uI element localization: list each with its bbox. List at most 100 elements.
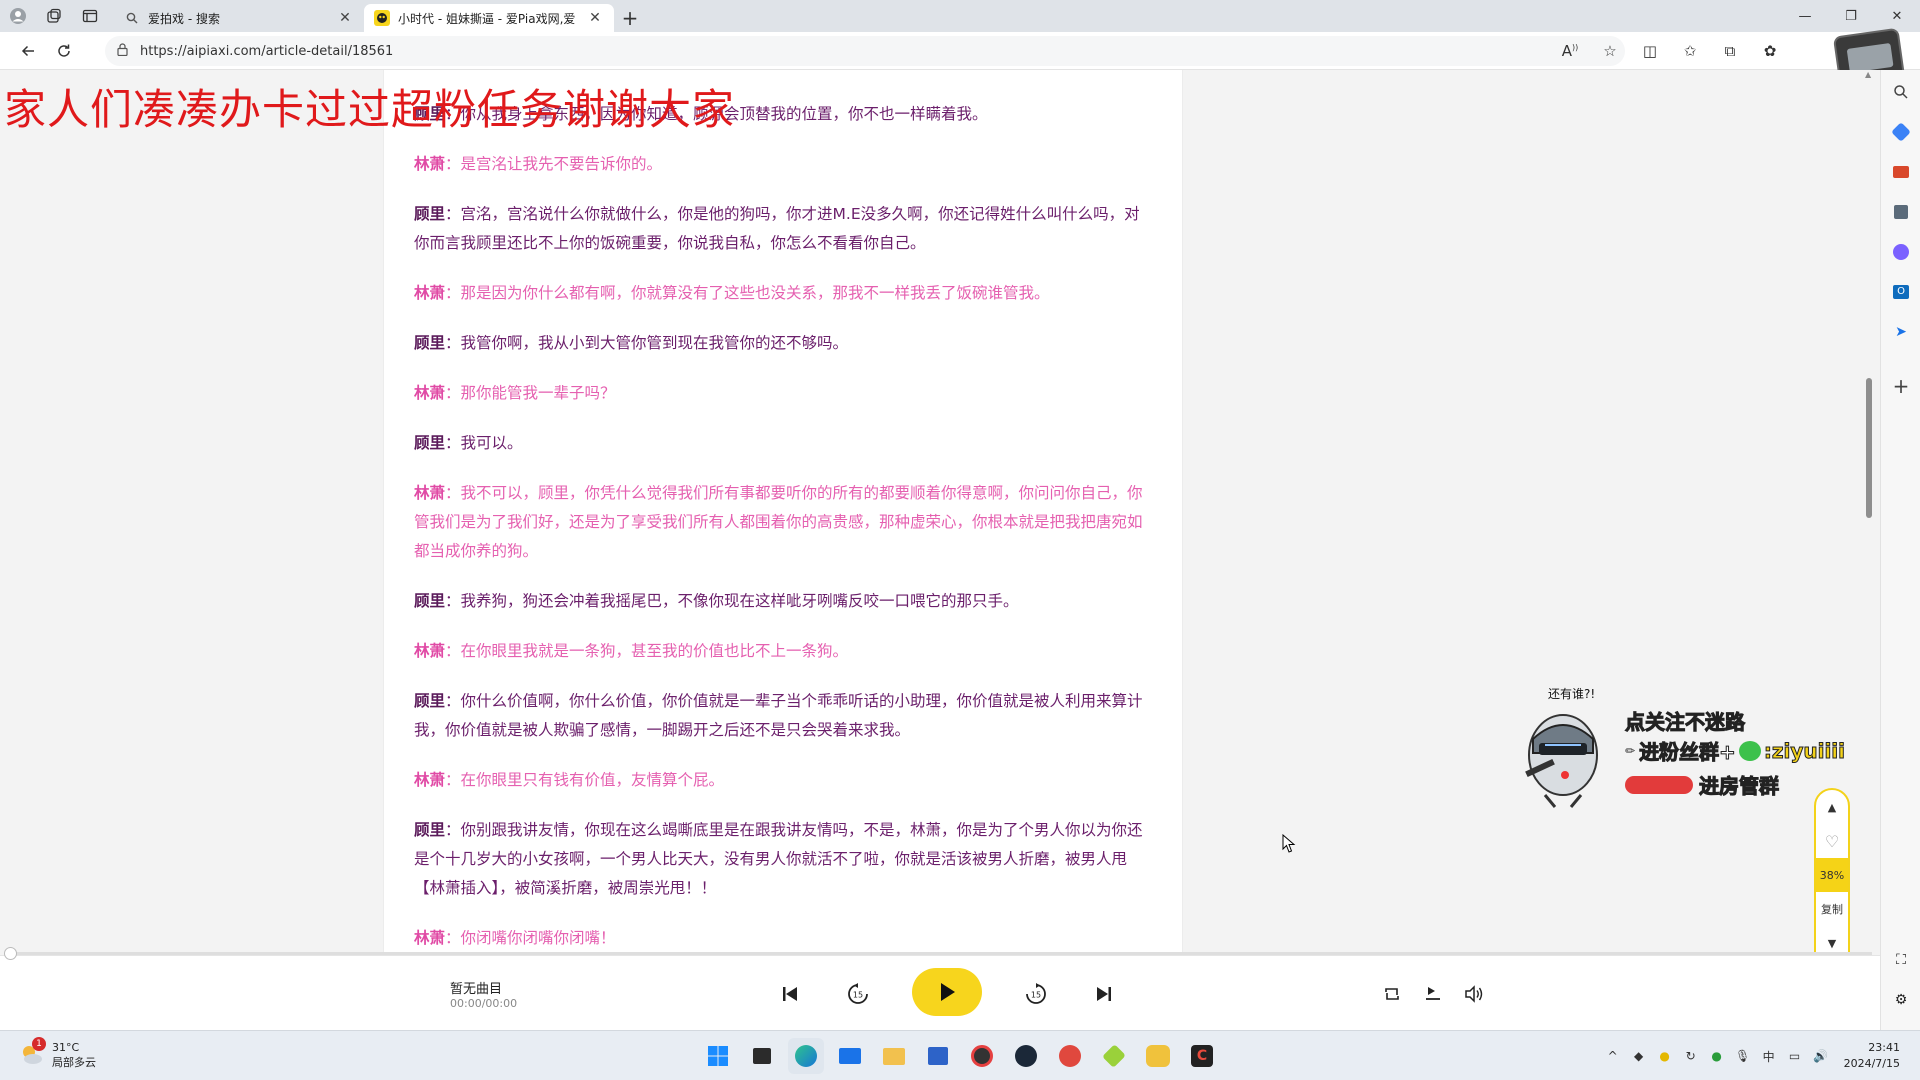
lock-icon[interactable] [117,43,128,59]
tray-app1-icon[interactable]: ◆ [1626,1049,1652,1063]
windows-taskbar: 1 31°C 局部多云 C ^ ◆ ● ↻ ● 🎙 中 ▭ 🔊 23:41 20… [0,1030,1920,1080]
audio-player: 暂无曲目 00:00/00:00 15 15 [0,947,1880,1030]
sidebar-settings-icon[interactable]: ⚙ [1881,980,1920,1020]
back-icon[interactable] [10,35,46,67]
sidebar-screenshot-icon[interactable]: ⛶ [1881,940,1920,980]
tab-search[interactable]: 爱拍戏 - 搜索 ✕ [114,4,364,32]
sidebar-tools-icon[interactable] [1881,152,1920,192]
next-track-icon[interactable] [1084,974,1124,1014]
playlist-icon[interactable] [1413,974,1453,1014]
tray-app2-icon[interactable]: ● [1652,1049,1678,1063]
app-bird-icon[interactable] [1052,1038,1088,1074]
file-explorer-icon[interactable] [876,1038,912,1074]
line-text: 你闭嘴你闭嘴你闭嘴！ [460,929,616,947]
follow-sticker: 还有谁?! 点关注不迷路 ✏ 进粉丝群+ :ziyuiiii 进房管群 [1515,678,1875,808]
weather-text: 31°C 局部多云 [52,1040,96,1070]
svg-text:15: 15 [853,991,863,1000]
script-line: 林萧：在你眼里只有钱有价值，友情算个屁。 [414,766,1152,795]
steam-icon[interactable] [1008,1038,1044,1074]
close-tab-icon[interactable]: ✕ [336,10,354,26]
speaker-name: 林萧 [414,771,446,789]
line-text: 你别跟我讲友情，你现在这么竭嘶底里是在跟我讲友情吗，不是，林萧，你是为了个男人你… [414,821,1143,897]
tray-app3-icon[interactable]: ● [1704,1049,1730,1063]
sidebar-outlook-icon[interactable]: O [1881,272,1920,312]
network-icon[interactable]: ▭ [1782,1049,1808,1063]
sidebar-send-icon[interactable]: ➤ [1881,312,1920,352]
workspaces-icon[interactable] [36,0,72,32]
line-text: 我养狗，狗还会冲着我摇尾巴，不像你现在这样呲牙咧嘴反咬一口喂它的那只手。 [460,592,1019,610]
heart-icon[interactable]: ♡ [1816,824,1848,858]
copy-button[interactable]: 复制 [1816,892,1848,926]
tray-sync-icon[interactable]: ↻ [1678,1049,1704,1063]
favorite-star-icon[interactable]: ☆ [1590,42,1630,60]
script-line: 顾里：你什么价值啊，你什么价值，你价值就是一辈子当个乖乖听话的小助理，你价值就是… [414,687,1152,745]
script-line: 顾里：宫洺，宫洺说什么你就做什么，你是他的狗吗，你才进M.E没多久啊，你还记得姓… [414,200,1152,258]
line-text: 你什么价值啊，你什么价值，你价值就是一辈子当个乖乖听话的小助理，你价值就是被人利… [414,692,1143,739]
start-windows-icon[interactable] [700,1038,736,1074]
task-view-icon[interactable] [744,1038,780,1074]
scroll-bottom-icon[interactable]: ▼ [1816,926,1848,955]
tab-actions-icon[interactable] [72,0,108,32]
speaker-name: 林萧 [414,284,446,302]
track-time: 00:00/00:00 [450,997,518,1010]
progress-knob[interactable] [4,947,17,960]
mail-icon[interactable] [832,1038,868,1074]
forward-15-icon[interactable]: 15 [1016,974,1056,1014]
volume-icon[interactable] [1454,974,1494,1014]
scrollbar-thumb[interactable] [1866,378,1872,518]
line-text: 我可以。 [460,434,523,452]
window-controls: — ❐ ✕ [1782,0,1920,32]
page-scrollbar[interactable]: ▲ [1862,70,1876,955]
tray-expand-icon[interactable]: ^ [1600,1049,1626,1063]
edge-browser-icon[interactable] [788,1038,824,1074]
rewind-15-icon[interactable]: 15 [838,974,878,1014]
refresh-icon[interactable] [46,35,82,67]
play-button[interactable] [912,968,982,1016]
sticker-line-1: 点关注不迷路 [1625,710,1746,735]
app-green-icon[interactable] [1096,1038,1132,1074]
scroll-up-icon[interactable]: ▲ [1865,70,1871,79]
line-text: 我不可以，顾里，你凭什么觉得我们所有事都要听你的所有的都要顺着你得意啊，你问问你… [414,484,1143,560]
read-aloud-icon[interactable]: A)) [1550,42,1590,60]
speaker-separator: ： [445,284,461,302]
extensions-icon[interactable]: ✿ [1750,42,1790,60]
sticker-line-2: 进粉丝群+ [1639,740,1737,765]
restore-icon[interactable]: ❐ [1828,0,1874,32]
sidebar-tag-icon[interactable] [1881,112,1920,152]
speaker-icon[interactable]: 🔊 [1808,1049,1834,1063]
split-screen-icon[interactable]: ◫ [1630,42,1670,60]
speaker-name: 林萧 [414,384,446,402]
sticker-line-3-row: 进房管群 [1625,770,1780,799]
repeat-icon[interactable] [1372,974,1412,1014]
clock[interactable]: 23:41 2024/7/15 [1844,1040,1900,1072]
sidebar-copilot-icon[interactable] [1881,232,1920,272]
store-icon[interactable] [920,1038,956,1074]
url-field[interactable]: https://aipiaxi.com/article-detail/18561 [105,36,1625,66]
weather-widget[interactable]: 1 31°C 局部多云 [18,1037,96,1070]
new-tab-button[interactable]: + [614,4,646,32]
microphone-icon[interactable]: 🎙 [1730,1049,1756,1063]
previous-track-icon[interactable] [770,974,810,1014]
toolbar-right: A)) ☆ ◫ ✩ ⧉ ✿ [1550,32,1790,70]
scroll-top-icon[interactable]: ▲ [1816,790,1848,824]
speaker-name: 顾里 [414,434,446,452]
close-window-icon[interactable]: ✕ [1874,0,1920,32]
profile-icon[interactable] [0,0,36,32]
mouse-cursor-icon [1282,834,1296,853]
close-tab-icon[interactable]: ✕ [586,10,604,26]
aipiaxi-logo-icon [374,10,390,26]
edge-sidebar: O ➤ + ⛶ ⚙ [1880,70,1920,1030]
tab-article[interactable]: 小时代 - 姐妹撕逼 - 爱Pia戏网,爱 ✕ [364,4,614,32]
ime-indicator[interactable]: 中 [1756,1048,1782,1065]
script-line: 顾里：我可以。 [414,429,1152,458]
sidebar-add-icon[interactable]: + [1881,366,1920,406]
collections-icon[interactable]: ⧉ [1710,42,1750,60]
app-red-dot-icon[interactable] [964,1038,1000,1074]
player-progress-bar[interactable] [4,947,1872,960]
app-face-icon[interactable] [1140,1038,1176,1074]
minimize-icon[interactable]: — [1782,0,1828,32]
sidebar-games-icon[interactable] [1881,192,1920,232]
app-c-icon[interactable]: C [1184,1038,1220,1074]
favorites-icon[interactable]: ✩ [1670,42,1710,60]
sidebar-search-icon[interactable] [1881,72,1920,112]
